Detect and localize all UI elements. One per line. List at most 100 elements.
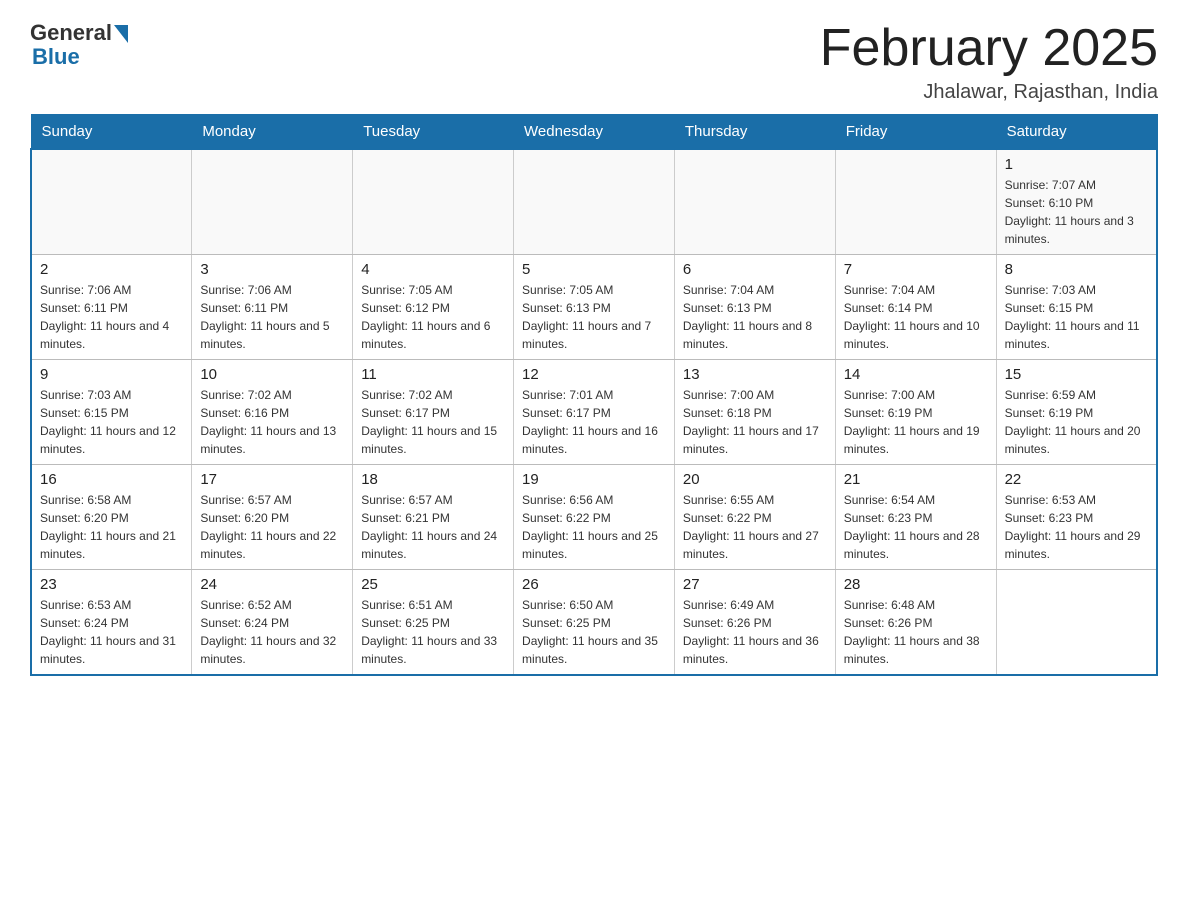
- calendar-cell: 26 Sunrise: 6:50 AMSunset: 6:25 PMDayligh…: [514, 570, 675, 676]
- calendar-header-friday: Friday: [835, 115, 996, 150]
- calendar-cell: [996, 570, 1157, 676]
- calendar-week-row: 1 Sunrise: 7:07 AMSunset: 6:10 PMDaylight…: [31, 149, 1157, 255]
- calendar-cell: 17 Sunrise: 6:57 AMSunset: 6:20 PMDayligh…: [192, 465, 353, 570]
- calendar-cell: 8 Sunrise: 7:03 AMSunset: 6:15 PMDaylight…: [996, 255, 1157, 360]
- logo-triangle-icon: [114, 25, 128, 43]
- calendar-cell: 9 Sunrise: 7:03 AMSunset: 6:15 PMDaylight…: [31, 360, 192, 465]
- day-number: 24: [200, 576, 344, 593]
- day-info: Sunrise: 6:57 AMSunset: 6:21 PMDaylight:…: [361, 491, 505, 563]
- calendar-cell: 22Sunrise: 6:53 AMSunset: 6:23 PMDayligh…: [996, 465, 1157, 570]
- calendar-cell: 23 Sunrise: 6:53 AMSunset: 6:24 PMDayligh…: [31, 570, 192, 676]
- day-number: 17: [200, 471, 344, 488]
- day-number: 4: [361, 261, 505, 278]
- day-info: Sunrise: 7:07 AMSunset: 6:10 PMDaylight:…: [1005, 176, 1148, 248]
- calendar-cell: 5Sunrise: 7:05 AMSunset: 6:13 PMDaylight…: [514, 255, 675, 360]
- calendar-week-row: 2 Sunrise: 7:06 AMSunset: 6:11 PMDaylight…: [31, 255, 1157, 360]
- day-info: Sunrise: 7:05 AMSunset: 6:12 PMDaylight:…: [361, 281, 505, 353]
- day-number: 11: [361, 366, 505, 383]
- calendar-cell: 28Sunrise: 6:48 AMSunset: 6:26 PMDayligh…: [835, 570, 996, 676]
- day-info: Sunrise: 6:55 AMSunset: 6:22 PMDaylight:…: [683, 491, 827, 563]
- calendar-header-wednesday: Wednesday: [514, 115, 675, 150]
- day-number: 6: [683, 261, 827, 278]
- calendar-cell: 10 Sunrise: 7:02 AMSunset: 6:16 PMDayligh…: [192, 360, 353, 465]
- day-info: Sunrise: 7:04 AMSunset: 6:13 PMDaylight:…: [683, 281, 827, 353]
- calendar-cell: [674, 149, 835, 255]
- day-number: 8: [1005, 261, 1148, 278]
- calendar-cell: 7 Sunrise: 7:04 AMSunset: 6:14 PMDaylight…: [835, 255, 996, 360]
- day-info: Sunrise: 6:48 AMSunset: 6:26 PMDaylight:…: [844, 596, 988, 668]
- title-section: February 2025 Jhalawar, Rajasthan, India: [820, 20, 1158, 104]
- day-info: Sunrise: 7:06 AMSunset: 6:11 PMDaylight:…: [40, 281, 183, 353]
- calendar-header-thursday: Thursday: [674, 115, 835, 150]
- day-info: Sunrise: 7:01 AMSunset: 6:17 PMDaylight:…: [522, 386, 666, 458]
- day-info: Sunrise: 6:53 AMSunset: 6:24 PMDaylight:…: [40, 596, 183, 668]
- calendar-week-row: 23 Sunrise: 6:53 AMSunset: 6:24 PMDayligh…: [31, 570, 1157, 676]
- day-number: 1: [1005, 156, 1148, 173]
- day-number: 27: [683, 576, 827, 593]
- logo: General Blue: [30, 20, 128, 70]
- logo-general-text: General: [30, 20, 112, 46]
- day-info: Sunrise: 7:04 AMSunset: 6:14 PMDaylight:…: [844, 281, 988, 353]
- day-info: Sunrise: 7:02 AMSunset: 6:17 PMDaylight:…: [361, 386, 505, 458]
- calendar-cell: 21 Sunrise: 6:54 AMSunset: 6:23 PMDayligh…: [835, 465, 996, 570]
- day-number: 26: [522, 576, 666, 593]
- calendar-header-tuesday: Tuesday: [353, 115, 514, 150]
- day-number: 22: [1005, 471, 1148, 488]
- day-info: Sunrise: 6:57 AMSunset: 6:20 PMDaylight:…: [200, 491, 344, 563]
- day-info: Sunrise: 6:50 AMSunset: 6:25 PMDaylight:…: [522, 596, 666, 668]
- calendar-header-row: SundayMondayTuesdayWednesdayThursdayFrid…: [31, 115, 1157, 150]
- calendar-week-row: 9 Sunrise: 7:03 AMSunset: 6:15 PMDaylight…: [31, 360, 1157, 465]
- calendar-cell: 27 Sunrise: 6:49 AMSunset: 6:26 PMDayligh…: [674, 570, 835, 676]
- calendar-header-sunday: Sunday: [31, 115, 192, 150]
- day-info: Sunrise: 7:06 AMSunset: 6:11 PMDaylight:…: [200, 281, 344, 353]
- calendar-cell: 19Sunrise: 6:56 AMSunset: 6:22 PMDayligh…: [514, 465, 675, 570]
- page-subtitle: Jhalawar, Rajasthan, India: [820, 81, 1158, 104]
- calendar-cell: 3Sunrise: 7:06 AMSunset: 6:11 PMDaylight…: [192, 255, 353, 360]
- day-number: 12: [522, 366, 666, 383]
- day-number: 14: [844, 366, 988, 383]
- calendar-cell: 14 Sunrise: 7:00 AMSunset: 6:19 PMDayligh…: [835, 360, 996, 465]
- calendar-cell: 4 Sunrise: 7:05 AMSunset: 6:12 PMDaylight…: [353, 255, 514, 360]
- day-number: 15: [1005, 366, 1148, 383]
- day-info: Sunrise: 7:00 AMSunset: 6:18 PMDaylight:…: [683, 386, 827, 458]
- day-number: 25: [361, 576, 505, 593]
- day-number: 18: [361, 471, 505, 488]
- day-info: Sunrise: 7:02 AMSunset: 6:16 PMDaylight:…: [200, 386, 344, 458]
- calendar-cell: 6 Sunrise: 7:04 AMSunset: 6:13 PMDaylight…: [674, 255, 835, 360]
- calendar-cell: 25 Sunrise: 6:51 AMSunset: 6:25 PMDayligh…: [353, 570, 514, 676]
- calendar-cell: 2 Sunrise: 7:06 AMSunset: 6:11 PMDaylight…: [31, 255, 192, 360]
- day-number: 9: [40, 366, 183, 383]
- day-info: Sunrise: 7:03 AMSunset: 6:15 PMDaylight:…: [1005, 281, 1148, 353]
- calendar-cell: [835, 149, 996, 255]
- day-info: Sunrise: 6:52 AMSunset: 6:24 PMDaylight:…: [200, 596, 344, 668]
- day-number: 5: [522, 261, 666, 278]
- day-number: 21: [844, 471, 988, 488]
- calendar-cell: 1 Sunrise: 7:07 AMSunset: 6:10 PMDaylight…: [996, 149, 1157, 255]
- calendar-cell: 12 Sunrise: 7:01 AMSunset: 6:17 PMDayligh…: [514, 360, 675, 465]
- calendar-header-saturday: Saturday: [996, 115, 1157, 150]
- calendar-cell: 11 Sunrise: 7:02 AMSunset: 6:17 PMDayligh…: [353, 360, 514, 465]
- day-info: Sunrise: 6:51 AMSunset: 6:25 PMDaylight:…: [361, 596, 505, 668]
- calendar-table: SundayMondayTuesdayWednesdayThursdayFrid…: [30, 114, 1158, 676]
- day-number: 7: [844, 261, 988, 278]
- calendar-cell: [31, 149, 192, 255]
- day-info: Sunrise: 6:58 AMSunset: 6:20 PMDaylight:…: [40, 491, 183, 563]
- day-number: 20: [683, 471, 827, 488]
- calendar-cell: [192, 149, 353, 255]
- day-info: Sunrise: 6:59 AMSunset: 6:19 PMDaylight:…: [1005, 386, 1148, 458]
- day-number: 16: [40, 471, 183, 488]
- day-info: Sunrise: 7:00 AMSunset: 6:19 PMDaylight:…: [844, 386, 988, 458]
- day-number: 2: [40, 261, 183, 278]
- calendar-week-row: 16 Sunrise: 6:58 AMSunset: 6:20 PMDayligh…: [31, 465, 1157, 570]
- day-number: 10: [200, 366, 344, 383]
- page-header: General Blue February 2025 Jhalawar, Raj…: [30, 20, 1158, 104]
- calendar-cell: [514, 149, 675, 255]
- day-info: Sunrise: 6:49 AMSunset: 6:26 PMDaylight:…: [683, 596, 827, 668]
- calendar-header-monday: Monday: [192, 115, 353, 150]
- logo-blue-text: Blue: [32, 44, 80, 70]
- day-info: Sunrise: 6:54 AMSunset: 6:23 PMDaylight:…: [844, 491, 988, 563]
- day-info: Sunrise: 7:03 AMSunset: 6:15 PMDaylight:…: [40, 386, 183, 458]
- day-number: 19: [522, 471, 666, 488]
- day-number: 23: [40, 576, 183, 593]
- calendar-cell: 20 Sunrise: 6:55 AMSunset: 6:22 PMDayligh…: [674, 465, 835, 570]
